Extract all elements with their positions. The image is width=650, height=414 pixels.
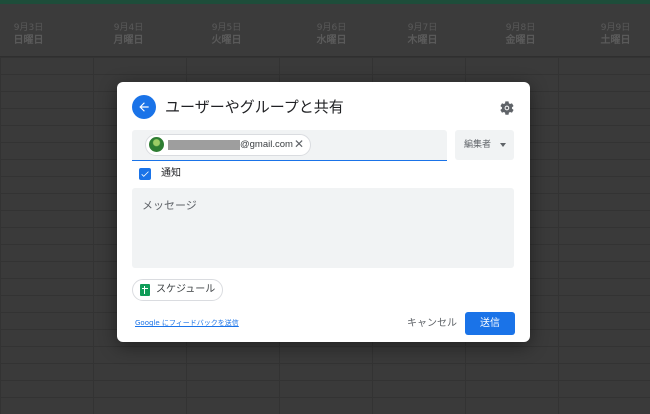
column-weekday: 土曜日 (600, 35, 631, 46)
notify-checkbox[interactable] (139, 168, 151, 180)
column-weekday: 木曜日 (407, 35, 438, 46)
settings-button[interactable] (499, 100, 515, 116)
message-textarea[interactable]: メッセージ (132, 188, 514, 268)
column-weekday: 金曜日 (505, 35, 536, 46)
calendar-header: 9月3日 日曜日 9月4日 月曜日 9月5日 火曜日 9月6日 水曜日 9月7日… (0, 4, 650, 57)
chevron-down-icon (500, 143, 506, 147)
column-header: 9月7日 木曜日 (376, 22, 469, 48)
column-date: 9月7日 (407, 23, 438, 33)
column-weekday: 火曜日 (211, 35, 242, 46)
remove-recipient-close-icon[interactable]: ✕ (294, 136, 304, 153)
recipient-chip[interactable]: @gmail.com ✕ (145, 134, 311, 156)
column-weekday: 水曜日 (316, 35, 347, 46)
notify-label: 通知 (161, 168, 181, 179)
recipients-input[interactable]: @gmail.com ✕ (132, 130, 447, 161)
checkmark-icon (141, 171, 149, 177)
column-header: 9月3日 日曜日 (0, 22, 75, 48)
message-placeholder: メッセージ (142, 199, 197, 212)
attached-file-chip[interactable]: スケジュール (132, 279, 223, 301)
role-label: 編集者 (464, 140, 492, 150)
recipient-email-domain: @gmail.com (240, 139, 293, 150)
sheets-icon (140, 284, 150, 296)
column-header: 9月8日 金曜日 (474, 22, 567, 48)
attached-file-name: スケジュール (156, 284, 216, 295)
column-weekday: 月曜日 (113, 35, 144, 46)
column-header: 9月9日 土曜日 (569, 22, 650, 48)
column-date: 9月4日 (113, 23, 144, 33)
column-header: 9月5日 火曜日 (180, 22, 273, 48)
column-date: 9月6日 (316, 23, 347, 33)
column-weekday: 日曜日 (13, 35, 44, 46)
feedback-link[interactable]: Google にフィードバックを送信 (135, 318, 239, 328)
column-header: 9月6日 水曜日 (285, 22, 378, 48)
column-date: 9月3日 (13, 23, 44, 33)
column-date: 9月5日 (211, 23, 242, 33)
send-button[interactable]: 送信 (465, 312, 515, 335)
back-button[interactable] (132, 95, 156, 119)
cancel-button[interactable]: キャンセル (402, 312, 462, 335)
share-dialog: ユーザーやグループと共有 @gmail.com ✕ 編集者 通知 メッセージ ス… (117, 82, 530, 342)
arrow-left-icon (139, 102, 149, 112)
column-date: 9月8日 (505, 23, 536, 33)
column-header: 9月4日 月曜日 (82, 22, 175, 48)
redacted-email-local-part (168, 140, 240, 150)
gear-icon (500, 101, 514, 115)
avatar (149, 137, 164, 152)
role-dropdown[interactable]: 編集者 (455, 130, 514, 160)
column-date: 9月9日 (600, 23, 631, 33)
dialog-title: ユーザーやグループと共有 (165, 98, 344, 116)
